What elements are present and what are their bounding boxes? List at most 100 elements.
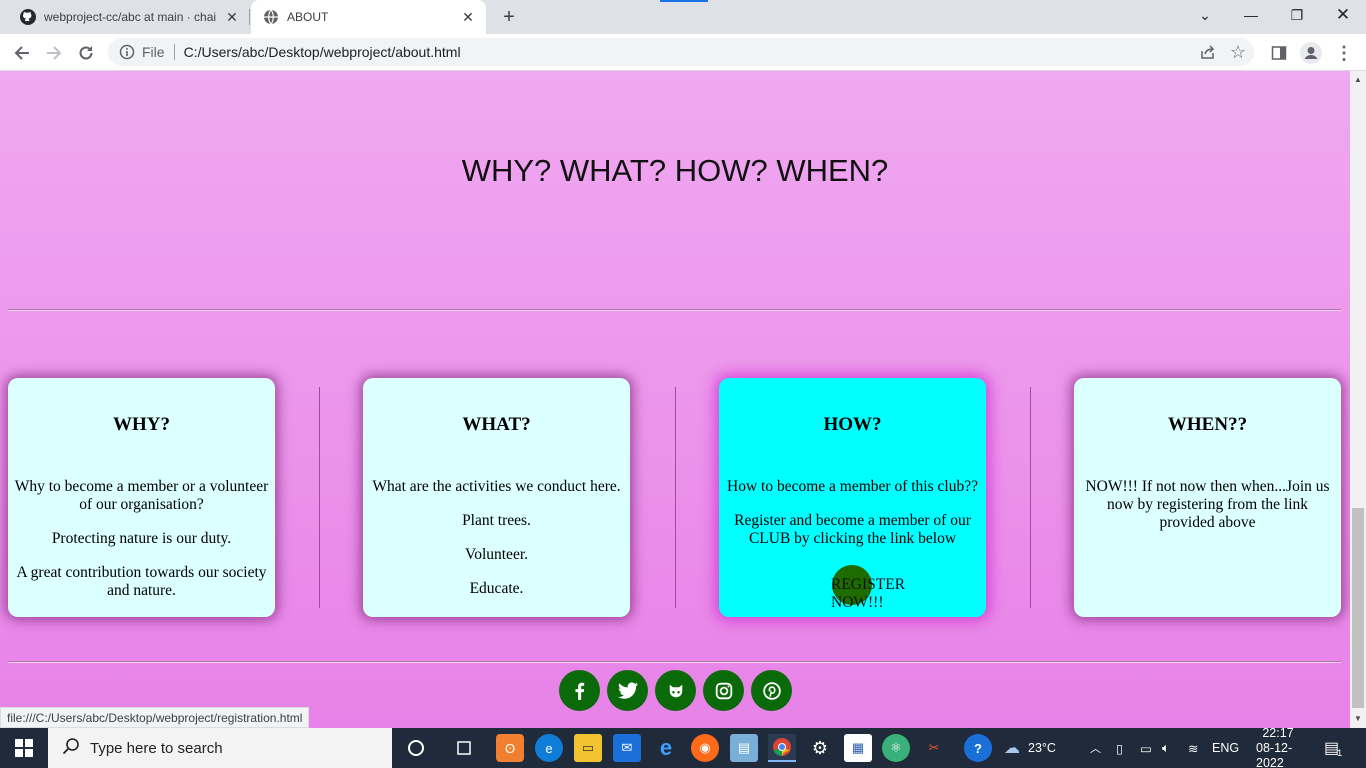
scrollbar[interactable]: ▲ ▼ — [1350, 71, 1366, 728]
close-icon[interactable]: ✕ — [460, 9, 476, 25]
language[interactable]: ENG — [1212, 728, 1239, 768]
card-what: WHAT? What are the activities we conduct… — [363, 378, 630, 617]
divider — [8, 309, 1341, 311]
help-icon[interactable]: ? — [964, 734, 992, 762]
facebook-icon[interactable] — [559, 670, 600, 711]
clock-time: 22:17 — [1262, 725, 1294, 740]
tray-chevron-icon[interactable]: ︿ — [1090, 728, 1101, 768]
twitter-icon[interactable] — [607, 670, 648, 711]
card-title: HOW? — [823, 414, 882, 435]
snipping-tool-icon[interactable]: ✂ — [920, 734, 948, 762]
github-icon[interactable] — [655, 670, 696, 711]
scroll-up-icon[interactable]: ▲ — [1354, 75, 1362, 84]
menu-kebab-icon[interactable]: ⋮ — [1330, 39, 1358, 67]
tab-indicator — [660, 0, 708, 2]
restore-icon[interactable]: ❐ — [1274, 0, 1320, 30]
globe-icon — [263, 9, 279, 25]
address-url: C:/Users/abc/Desktop/webproject/about.ht… — [183, 44, 461, 60]
chrome-icon[interactable] — [768, 734, 796, 762]
card-text: Educate. — [469, 580, 524, 597]
file-explorer-icon[interactable]: ▭ — [574, 734, 602, 762]
mail-icon[interactable]: ✉ — [613, 734, 641, 762]
profile-avatar-icon[interactable] — [1297, 39, 1325, 67]
card-title: WHY? — [113, 414, 170, 435]
windows-start-icon[interactable] — [10, 734, 38, 762]
card-text: Why to become a member or a volunteer of… — [14, 478, 269, 513]
app-icon[interactable]: ▤ — [730, 734, 758, 762]
tab-title: ABOUT — [287, 10, 329, 24]
page-content: WHY? WHAT? HOW? WHEN? WHY? Why to become… — [0, 71, 1350, 728]
social-links — [559, 670, 799, 711]
card-title: WHAT? — [462, 414, 531, 435]
card-title: WHEN?? — [1167, 414, 1248, 435]
card-separator — [319, 387, 320, 608]
task-view-icon[interactable] — [450, 734, 478, 762]
xampp-icon[interactable]: ʘ — [496, 734, 524, 762]
cortana-icon[interactable] — [402, 734, 430, 762]
weather[interactable]: ☁ 23°C — [1004, 728, 1056, 768]
card-separator — [1030, 387, 1031, 608]
card-when: WHEN?? NOW!!! If not now then when...Joi… — [1074, 378, 1341, 617]
window-close-icon[interactable]: ✕ — [1320, 0, 1366, 30]
info-icon[interactable] — [119, 44, 135, 60]
tab-strip: webproject-cc/abc at main · chai ✕ ABOUT… — [0, 0, 1366, 34]
status-url: file:///C:/Users/abc/Desktop/webproject/… — [0, 707, 310, 728]
firefox-icon[interactable]: ◉ — [691, 734, 719, 762]
pinterest-icon[interactable] — [751, 670, 792, 711]
address-bar[interactable]: File C:/Users/abc/Desktop/webproject/abo… — [108, 38, 1254, 66]
tab-github[interactable]: webproject-cc/abc at main · chai ✕ — [8, 0, 250, 34]
forward-icon[interactable] — [40, 39, 68, 67]
tab-search-icon[interactable]: ⌄ — [1182, 0, 1228, 30]
search-icon — [62, 737, 80, 759]
address-scheme: File — [142, 44, 165, 60]
wifi-icon[interactable]: ≋ — [1188, 728, 1198, 768]
card-text: How to become a member of this club?? — [727, 478, 978, 495]
volume-icon[interactable]: 🔈︎ — [1162, 728, 1170, 768]
edge-icon[interactable]: e — [535, 734, 563, 762]
notification-count: 1 — [1337, 748, 1343, 758]
reload-icon[interactable] — [72, 39, 100, 67]
notification-icon[interactable]: ▤ 1 — [1324, 728, 1342, 768]
card-text: A great contribution towards our society… — [16, 564, 267, 599]
card-why: WHY? Why to become a member or a volunte… — [8, 378, 275, 617]
instagram-icon[interactable] — [703, 670, 744, 711]
share-icon[interactable] — [1200, 44, 1216, 63]
divider — [8, 661, 1341, 663]
card-how: HOW? How to become a member of this club… — [719, 378, 986, 617]
browser-toolbar: File C:/Users/abc/Desktop/webproject/abo… — [0, 34, 1366, 71]
cloud-icon: ☁ — [1004, 740, 1020, 757]
card-text: NOW!!! If not now then when...Join us no… — [1085, 478, 1330, 531]
address-divider — [173, 44, 175, 60]
clock-date: 08-12-2022 — [1256, 740, 1293, 768]
card-text: Plant trees. — [462, 512, 531, 529]
github-icon — [20, 9, 36, 25]
tab-title: webproject-cc/abc at main · chai — [44, 10, 217, 24]
side-panel-icon[interactable] — [1265, 39, 1293, 67]
card-text: Register and become a member of our CLUB… — [734, 512, 971, 547]
close-icon[interactable]: ✕ — [224, 9, 240, 25]
atom-icon[interactable]: ⚛ — [882, 734, 910, 762]
weather-temp: 23°C — [1028, 741, 1056, 755]
taskbar: Type here to search ʘ e ▭ ✉ e ◉ ▤ ⚙ ▦ ⚛ … — [0, 725, 1366, 768]
minimize-icon[interactable]: — — [1228, 0, 1274, 30]
card-text: What are the activities we conduct here. — [372, 478, 621, 495]
battery-icon[interactable]: ▭ — [1140, 728, 1152, 768]
scrollbar-thumb[interactable] — [1352, 508, 1364, 708]
card-separator — [675, 387, 676, 608]
taskbar-search[interactable]: Type here to search — [48, 728, 392, 768]
store-icon[interactable]: ▦ — [844, 734, 872, 762]
card-text: Protecting nature is our duty. — [51, 530, 232, 547]
tray-device-icon[interactable]: ▯ — [1116, 728, 1123, 768]
page-title: WHY? WHAT? HOW? WHEN? — [461, 153, 889, 188]
scroll-down-icon[interactable]: ▼ — [1354, 714, 1362, 723]
card-text: Volunteer. — [465, 546, 528, 563]
new-tab-button[interactable]: + — [497, 6, 521, 28]
search-placeholder: Type here to search — [90, 739, 223, 757]
register-now-link[interactable]: REGISTER NOW!!! — [831, 576, 921, 612]
clock[interactable]: 22:17 08-12-2022 — [1256, 725, 1300, 768]
bookmark-star-icon[interactable]: ☆ — [1230, 42, 1246, 63]
internet-explorer-icon[interactable]: e — [652, 734, 680, 762]
settings-gear-icon[interactable]: ⚙ — [806, 734, 834, 762]
tab-about[interactable]: ABOUT ✕ — [251, 0, 486, 34]
back-icon[interactable] — [8, 39, 36, 67]
